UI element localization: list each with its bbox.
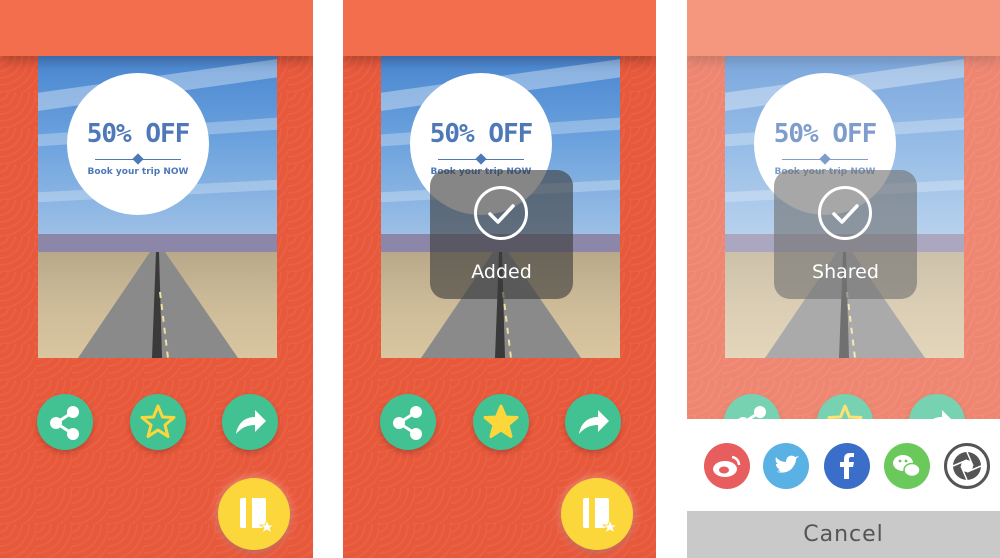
- forward-arrow-icon: [236, 410, 266, 434]
- camera-share-button[interactable]: [944, 443, 990, 489]
- favorite-button[interactable]: [130, 394, 186, 450]
- weibo-icon: [713, 455, 741, 477]
- check-icon: [474, 186, 528, 240]
- bookmark-icon: [240, 498, 276, 535]
- forward-button[interactable]: [222, 394, 278, 450]
- forward-arrow-icon: [579, 410, 609, 434]
- cancel-button[interactable]: Cancel: [687, 511, 1000, 558]
- facebook-share-button[interactable]: [824, 443, 870, 489]
- mountain-range: [38, 234, 277, 252]
- favorite-button[interactable]: [473, 394, 529, 450]
- share-icon: [393, 406, 422, 440]
- share-sheet: Cancel: [687, 419, 1000, 558]
- share-icon: [50, 406, 79, 440]
- badge-diamond: [475, 153, 487, 165]
- twitter-share-button[interactable]: [763, 443, 809, 489]
- wechat-share-button[interactable]: [884, 443, 930, 489]
- promo-headline: 50% OFF: [429, 119, 534, 149]
- promo-headline: 50% OFF: [86, 119, 191, 149]
- wechat-icon: [893, 455, 921, 478]
- added-toast: Added: [430, 170, 573, 299]
- share-targets: [687, 443, 1000, 489]
- screen-default: 50% OFF Book your trip NOW: [0, 0, 313, 558]
- promo-subline: Book your trip NOW: [87, 167, 189, 177]
- share-button[interactable]: [37, 394, 93, 450]
- bookmark-fab[interactable]: [561, 478, 633, 550]
- star-icon: [483, 404, 519, 438]
- promo-badge: 50% OFF Book your trip NOW: [67, 73, 209, 215]
- toast-label: Added: [471, 261, 532, 283]
- share-button[interactable]: [380, 394, 436, 450]
- top-bar: [0, 0, 313, 56]
- camera-shutter-icon: [952, 451, 982, 481]
- forward-button[interactable]: [565, 394, 621, 450]
- bookmark-icon: [583, 498, 619, 535]
- twitter-icon: [775, 455, 799, 473]
- road: [78, 252, 238, 358]
- bookmark-fab[interactable]: [218, 478, 290, 550]
- weibo-share-button[interactable]: [704, 443, 750, 489]
- screen-added: 50% OFF Book your trip NOW Added: [343, 0, 656, 558]
- badge-diamond: [132, 153, 144, 165]
- facebook-icon: [840, 453, 854, 479]
- screen-shared: 50% OFF Book your trip NOW Shared: [687, 0, 1000, 558]
- star-icon: [140, 404, 176, 438]
- top-bar: [343, 0, 656, 56]
